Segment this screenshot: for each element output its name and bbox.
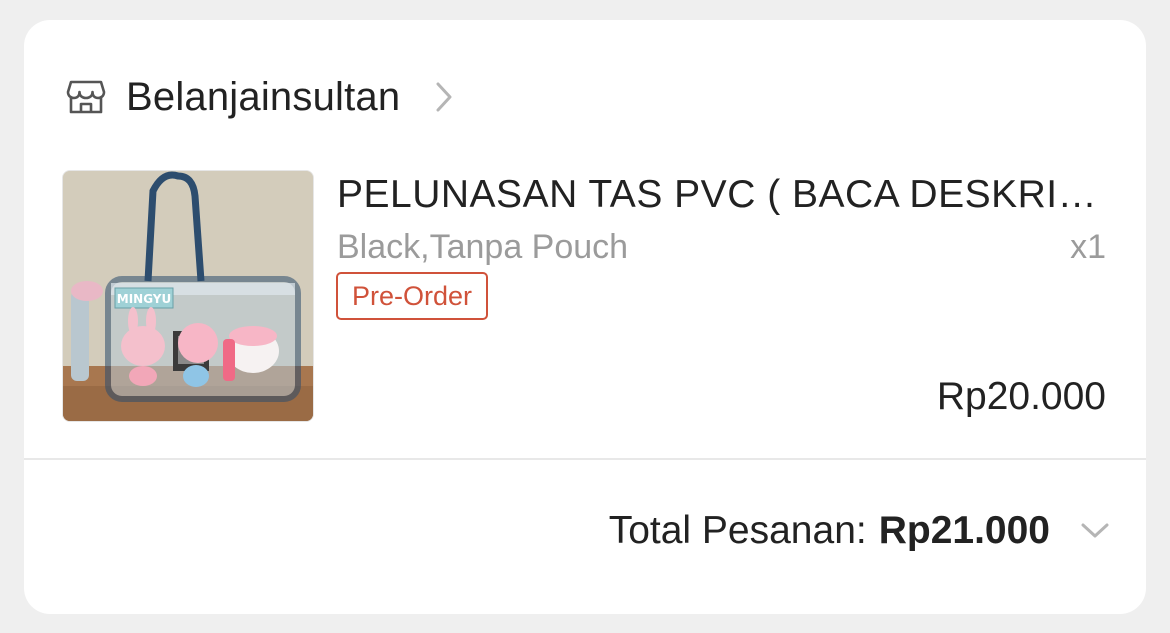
order-total[interactable]: Total Pesanan: Rp21.000 [609,506,1112,556]
total-value: Rp21.000 [878,509,1050,552]
product-variant: Black,Tanpa Pouch [337,228,629,266]
order-card: Belanjainsultan MINGYU PELUNASAN TAS PVC… [24,20,1146,614]
chevron-right-icon [434,77,458,117]
chevron-down-icon[interactable] [1078,514,1112,548]
product-quantity: x1 [1070,228,1106,266]
divider [24,458,1146,460]
total-label: Total Pesanan: [608,509,867,552]
product-image[interactable]: MINGYU [62,170,314,422]
shop-header[interactable]: Belanjainsultan [66,72,458,122]
shop-name: Belanjainsultan [126,74,401,119]
store-icon [66,77,106,117]
svg-text:MINGYU: MINGYU [117,292,171,306]
pre-order-badge: Pre-Order [336,272,489,320]
product-title[interactable]: PELUNASAN TAS PVC ( BACA DESKRIPSI ) [337,170,1112,220]
product-price: Rp20.000 [936,375,1106,418]
